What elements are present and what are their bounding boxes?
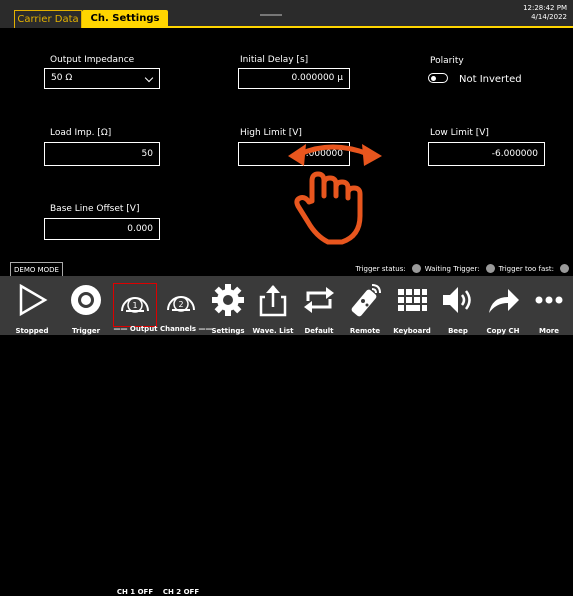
wave-list-label: Wave. List: [252, 327, 294, 335]
drag-grip[interactable]: [260, 14, 282, 16]
low-limit-input[interactable]: -6.000000: [428, 142, 545, 166]
polarity-label: Polarity: [430, 56, 464, 66]
high-limit-label: High Limit [V]: [240, 128, 302, 138]
beep-label: Beep: [448, 327, 468, 335]
speaker-icon: [443, 287, 471, 313]
more-icon: [535, 296, 563, 304]
play-icon: [19, 283, 48, 317]
remote-label: Remote: [349, 327, 381, 335]
trigger-label: Trigger: [71, 327, 101, 335]
base-line-offset-label: Base Line Offset [V]: [50, 204, 140, 214]
keyboard-icon: [398, 289, 427, 311]
low-limit-label: Low Limit [V]: [430, 128, 489, 138]
tab-carrier-data[interactable]: Carrier Data: [14, 10, 82, 28]
polarity-toggle[interactable]: [428, 73, 448, 83]
ch2-label: CH 2 OFF: [162, 588, 200, 596]
polarity-value: Not Inverted: [459, 74, 522, 85]
output-impedance-label: Output Impedance: [50, 55, 135, 65]
stopped-button[interactable]: Stopped: [4, 276, 60, 335]
output-channels-group-label: —— Output Channels ——: [113, 325, 213, 333]
default-button[interactable]: Default: [295, 276, 343, 335]
bottom-toolbar: Stopped Trigger 1 CH 1 OFF 2 CH 2 OFF Se…: [0, 276, 573, 596]
app-window: Carrier Data Ch. Settings 12:28:42 PM 4/…: [0, 0, 573, 596]
share-arrow-icon: [489, 289, 519, 313]
trigger-too-fast-label: Trigger too fast:: [498, 264, 554, 273]
trigger-status-bar: Trigger status: Waiting Trigger: Trigger…: [355, 264, 569, 273]
keyboard-button[interactable]: Keyboard: [387, 276, 437, 335]
gear-icon: [212, 284, 244, 316]
trigger-button[interactable]: Trigger: [60, 276, 112, 335]
waiting-trigger-indicator-icon: [485, 264, 495, 273]
tab-underline: [168, 26, 573, 28]
trigger-too-fast-indicator-icon: [560, 264, 569, 273]
channel-2-icon: 2: [167, 296, 195, 312]
trigger-status-indicator-icon: [411, 264, 421, 273]
ch2-button[interactable]: 2: [159, 283, 203, 327]
wave-list-button[interactable]: Wave. List: [251, 276, 295, 335]
more-button[interactable]: More: [527, 276, 571, 335]
waiting-trigger-label: Waiting Trigger:: [424, 264, 480, 273]
remote-button[interactable]: Remote: [343, 276, 387, 335]
clock-date: 4/14/2022: [531, 13, 567, 21]
trigger-status-label: Trigger status:: [355, 264, 406, 273]
output-impedance-select[interactable]: 50 Ω: [44, 68, 160, 89]
ch1-button[interactable]: 1: [113, 283, 157, 327]
clock: 12:28:42 PM 4/14/2022: [523, 4, 567, 22]
ch1-number: 1: [132, 301, 137, 310]
tab-ch-settings[interactable]: Ch. Settings: [82, 10, 168, 28]
default-label: Default: [304, 327, 334, 335]
copy-ch-button[interactable]: Copy CH: [479, 276, 527, 335]
copy-ch-label: Copy CH: [486, 327, 520, 335]
channel-1-icon: 1: [121, 297, 149, 313]
upload-icon: [259, 285, 287, 317]
ch2-number: 2: [178, 300, 183, 309]
keyboard-label: Keyboard: [393, 327, 431, 335]
base-line-offset-input[interactable]: 0.000: [44, 218, 160, 240]
stopped-label: Stopped: [15, 327, 49, 335]
trigger-icon: [71, 285, 101, 315]
remote-icon: [351, 284, 381, 317]
chevron-down-icon: [144, 73, 154, 83]
high-limit-input[interactable]: 6.000000: [238, 142, 350, 166]
more-label: More: [539, 327, 559, 335]
initial-delay-input[interactable]: 0.000000 μ: [238, 68, 350, 89]
load-imp-input[interactable]: 50: [44, 142, 160, 166]
load-imp-label: Load Imp. [Ω]: [50, 128, 112, 138]
output-channels-text: Output Channels: [129, 325, 197, 333]
loop-icon: [304, 287, 334, 313]
initial-delay-label: Initial Delay [s]: [240, 55, 309, 65]
clock-time: 12:28:42 PM: [523, 4, 567, 12]
ch1-label: CH 1 OFF: [116, 588, 154, 596]
output-impedance-value: 50 Ω: [51, 73, 73, 83]
tab-bar: Carrier Data Ch. Settings 12:28:42 PM 4/…: [0, 0, 573, 28]
beep-button[interactable]: Beep: [437, 276, 479, 335]
